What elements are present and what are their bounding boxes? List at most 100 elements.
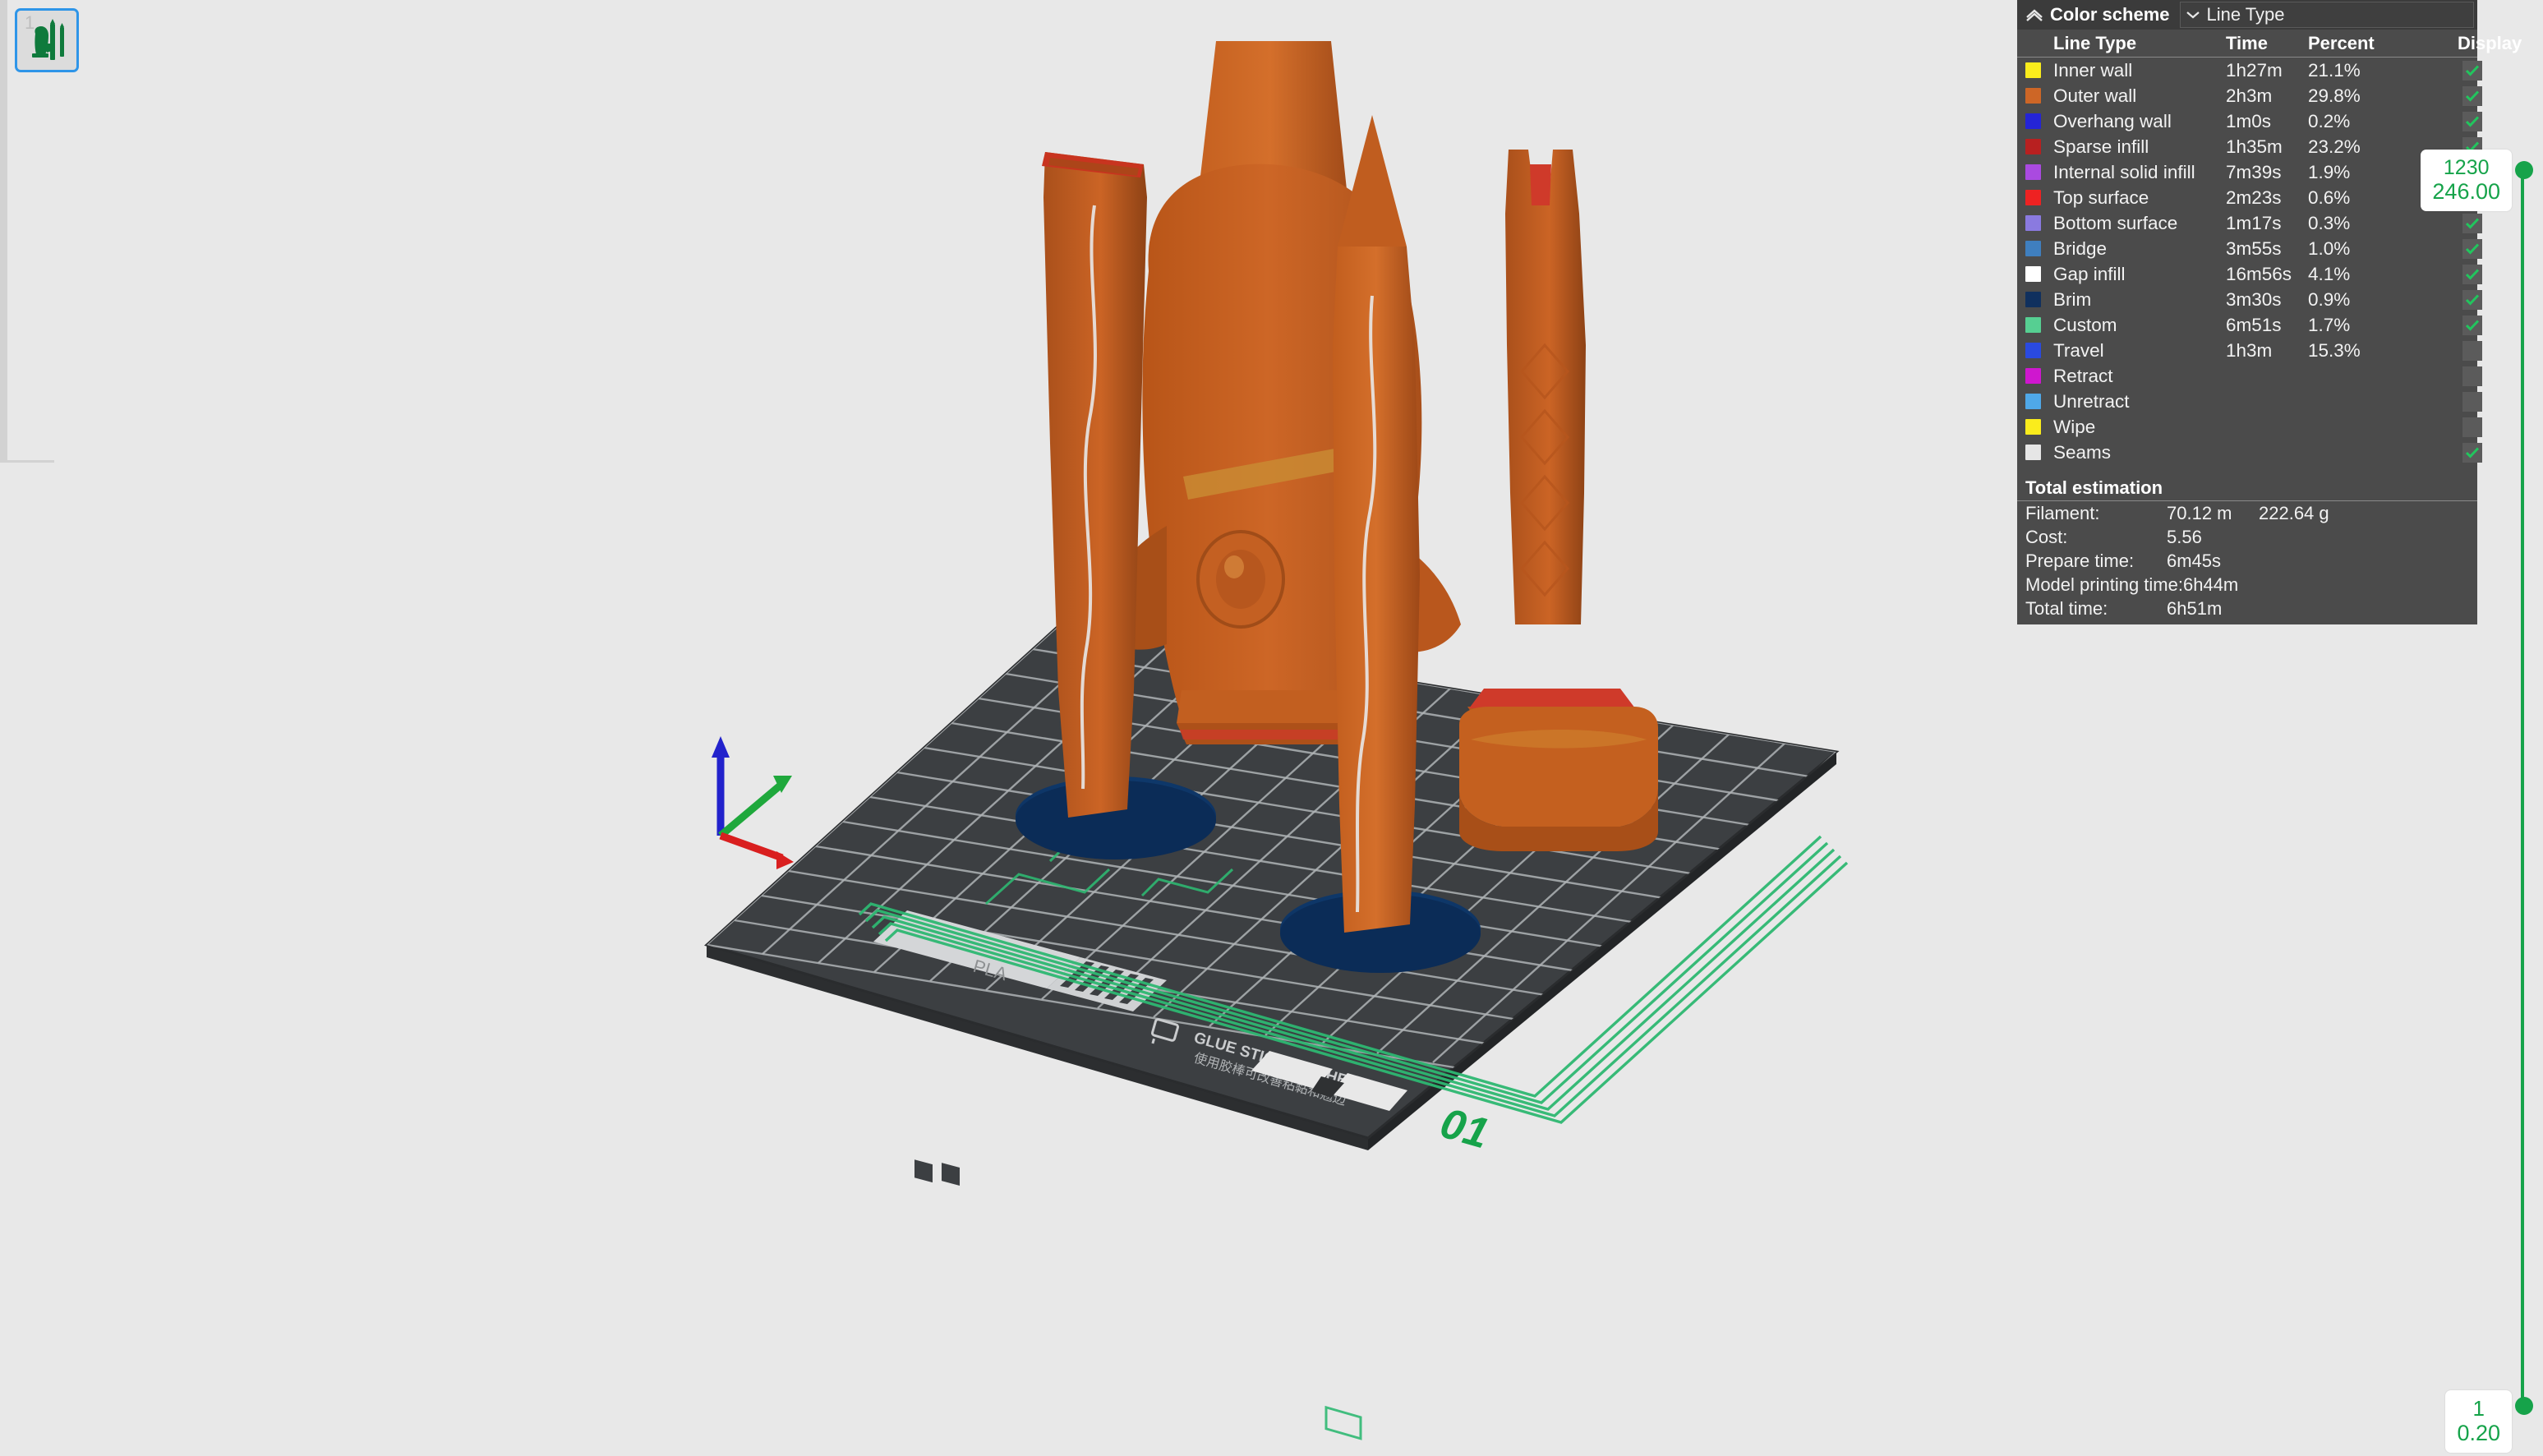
- legend-row-label: Wipe: [2053, 417, 2226, 438]
- legend-color-swatch: [2025, 190, 2053, 205]
- legend-row[interactable]: Gap infill16m56s4.1%: [2017, 261, 2477, 287]
- checkbox-unchecked-icon[interactable]: [2462, 341, 2482, 361]
- legend-row[interactable]: Overhang wall1m0s0.2%: [2017, 108, 2477, 134]
- legend-color-swatch: [2025, 139, 2053, 154]
- checkbox-checked-icon[interactable]: [2462, 214, 2482, 233]
- legend-row[interactable]: Bridge3m55s1.0%: [2017, 236, 2477, 261]
- legend-row[interactable]: Unretract: [2017, 389, 2477, 414]
- legend-row-time: 2m23s: [2226, 187, 2308, 209]
- total-row-label: Model printing time:: [2025, 574, 2183, 596]
- legend-row-percent: 29.8%: [2308, 85, 2415, 107]
- checkbox-checked-icon[interactable]: [2462, 112, 2482, 131]
- total-row-value-secondary: 222.64 g: [2259, 503, 2390, 524]
- legend-row-display-cell: [2415, 86, 2482, 106]
- total-estimation-row: Filament:70.12 m222.64 g: [2017, 501, 2477, 525]
- checkbox-unchecked-icon[interactable]: [2462, 417, 2482, 437]
- legend-row-display-cell: [2415, 61, 2482, 81]
- layer-slider[interactable]: [2508, 0, 2536, 1456]
- legend-row-time: 1m0s: [2226, 111, 2308, 132]
- layer-slider-lower-tooltip: 1 0.20: [2445, 1390, 2512, 1453]
- legend-row-display-cell: [2415, 112, 2482, 131]
- legend-row-display-cell: [2415, 417, 2482, 437]
- legend-color-swatch: [2025, 62, 2053, 78]
- legend-row[interactable]: Inner wall1h27m21.1%: [2017, 58, 2477, 83]
- axis-indicator: [712, 736, 794, 869]
- legend-color-swatch: [2025, 266, 2053, 282]
- legend-row-label: Top surface: [2053, 187, 2226, 209]
- legend-row[interactable]: Brim3m30s0.9%: [2017, 287, 2477, 312]
- legend-row-time: 6m51s: [2226, 315, 2308, 336]
- legend-row[interactable]: Retract: [2017, 363, 2477, 389]
- legend-row-time: 16m56s: [2226, 264, 2308, 285]
- legend-row[interactable]: Outer wall2h3m29.8%: [2017, 83, 2477, 108]
- legend-row-label: Unretract: [2053, 391, 2226, 412]
- lower-layer-number: 1: [2457, 1397, 2500, 1421]
- legend-row-label: Seams: [2053, 442, 2226, 463]
- legend-color-swatch: [2025, 343, 2053, 358]
- checkbox-checked-icon[interactable]: [2462, 316, 2482, 335]
- layer-slider-track[interactable]: [2521, 164, 2524, 1405]
- build-plate: PLA GLUE STICK CAN HELP 使用胶棒可改善粘黏和翘边: [707, 624, 1847, 1439]
- legend-row-percent: 0.3%: [2308, 213, 2415, 234]
- legend-color-swatch: [2025, 419, 2053, 435]
- total-row-label: Prepare time:: [2025, 551, 2167, 572]
- legend-row[interactable]: Travel1h3m15.3%: [2017, 338, 2477, 363]
- layer-slider-upper-handle[interactable]: [2515, 161, 2533, 179]
- legend-row-display-cell: [2415, 214, 2482, 233]
- total-row-value-primary: 70.12 m: [2167, 503, 2259, 524]
- legend-row-display-cell: [2415, 265, 2482, 284]
- lower-layer-height: 0.20: [2457, 1421, 2500, 1445]
- legend-row-display-cell: [2415, 316, 2482, 335]
- legend-row-time: 1m17s: [2226, 213, 2308, 234]
- total-row-value-primary: 6m45s: [2167, 551, 2259, 572]
- panel-edge-rule-top: [0, 0, 7, 460]
- checkbox-checked-icon[interactable]: [2462, 265, 2482, 284]
- panel-edge-rule-mid: [0, 460, 54, 463]
- legend-row[interactable]: Sparse infill1h35m23.2%: [2017, 134, 2477, 159]
- legend-row-list: Inner wall1h27m21.1%Outer wall2h3m29.8%O…: [2017, 58, 2477, 465]
- checkbox-checked-icon[interactable]: [2462, 290, 2482, 310]
- chevron-up-icon[interactable]: [2025, 6, 2043, 24]
- legend-table-header: Line Type Time Percent Display: [2017, 30, 2477, 58]
- legend-row-display-cell: [2415, 366, 2482, 386]
- checkbox-checked-icon[interactable]: [2462, 443, 2482, 463]
- legend-row-percent: 1.0%: [2308, 238, 2415, 260]
- checkbox-unchecked-icon[interactable]: [2462, 366, 2482, 386]
- legend-row-label: Bottom surface: [2053, 213, 2226, 234]
- total-estimation-row: Total time:6h51m: [2017, 597, 2477, 620]
- checkbox-unchecked-icon[interactable]: [2462, 392, 2482, 412]
- layer-slider-lower-handle[interactable]: [2515, 1397, 2533, 1415]
- total-estimation-row: Cost:5.56: [2017, 525, 2477, 549]
- legend-row[interactable]: Custom6m51s1.7%: [2017, 312, 2477, 338]
- legend-row-time: 1h35m: [2226, 136, 2308, 158]
- upper-layer-height: 246.00: [2432, 179, 2500, 204]
- legend-row-time: 7m39s: [2226, 162, 2308, 183]
- checkbox-checked-icon[interactable]: [2462, 61, 2482, 81]
- color-scheme-select[interactable]: Line Type: [2180, 2, 2475, 28]
- legend-row-label: Retract: [2053, 366, 2226, 387]
- legend-color-swatch: [2025, 317, 2053, 333]
- plate-thumbnail-card[interactable]: 1: [15, 8, 79, 72]
- upper-layer-number: 1230: [2432, 156, 2500, 179]
- legend-row-percent: 23.2%: [2308, 136, 2415, 158]
- legend-row[interactable]: Wipe: [2017, 414, 2477, 440]
- legend-row-time: 3m55s: [2226, 238, 2308, 260]
- legend-row-time: 2h3m: [2226, 85, 2308, 107]
- legend-row[interactable]: Seams: [2017, 440, 2477, 465]
- checkbox-checked-icon[interactable]: [2462, 239, 2482, 259]
- total-row-label: Total time:: [2025, 598, 2167, 620]
- legend-row[interactable]: Top surface2m23s0.6%: [2017, 185, 2477, 210]
- layer-slider-upper-tooltip: 1230 246.00: [2421, 150, 2512, 211]
- legend-row-label: Inner wall: [2053, 60, 2226, 81]
- legend-row-display-cell: [2415, 290, 2482, 310]
- legend-row-percent: 0.6%: [2308, 187, 2415, 209]
- chevron-down-icon: [2186, 10, 2200, 20]
- legend-row-label: Overhang wall: [2053, 111, 2226, 132]
- legend-row[interactable]: Internal solid infill7m39s1.9%: [2017, 159, 2477, 185]
- checkbox-checked-icon[interactable]: [2462, 86, 2482, 106]
- legend-header-percent: Percent: [2308, 33, 2415, 54]
- legend-row-time: 1h27m: [2226, 60, 2308, 81]
- legend-row[interactable]: Bottom surface1m17s0.3%: [2017, 210, 2477, 236]
- legend-color-swatch: [2025, 368, 2053, 384]
- legend-row-percent: 4.1%: [2308, 264, 2415, 285]
